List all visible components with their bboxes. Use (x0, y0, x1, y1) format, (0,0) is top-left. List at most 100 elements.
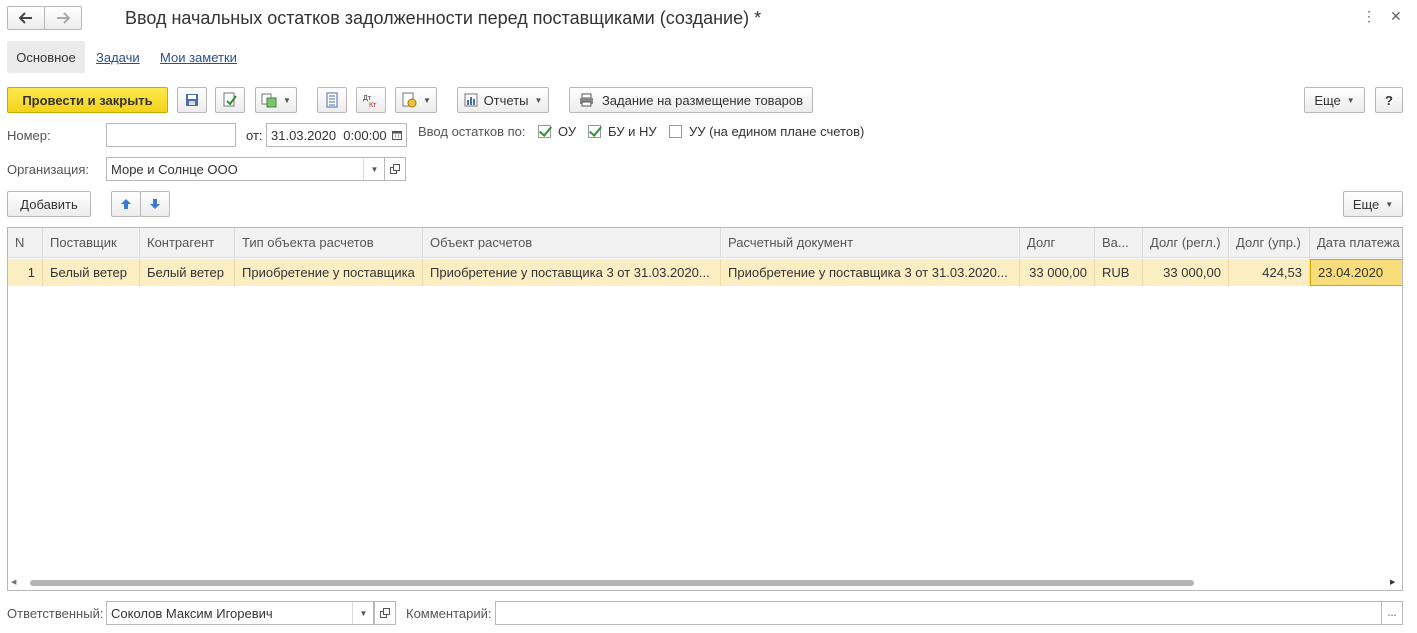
column-header-object[interactable]: Объект расчетов (423, 228, 721, 258)
checkbox-uu[interactable] (669, 125, 682, 138)
comment-field[interactable] (495, 601, 1382, 625)
column-header-debt-reg[interactable]: Долг (регл.) (1143, 228, 1229, 258)
reports-icon (464, 93, 478, 107)
responsible-value: Соколов Максим Игоревич (111, 605, 273, 621)
document-structure-icon (326, 92, 338, 108)
table-more-button[interactable]: Еще ▼ (1343, 191, 1403, 217)
dt-kt-icon: ДтКт (363, 95, 377, 108)
more-menu-icon[interactable]: ⋮ (1362, 8, 1376, 24)
table-more-label: Еще (1352, 196, 1380, 212)
arrow-left-icon (19, 12, 32, 24)
comment-label: Комментарий: (406, 606, 492, 621)
back-button[interactable] (7, 6, 45, 30)
chevron-down-icon: ▼ (283, 95, 291, 105)
add-row-button[interactable]: Добавить (7, 191, 91, 217)
chevron-down-icon: ▼ (1346, 95, 1355, 105)
arrow-up-icon (121, 199, 131, 209)
checkbox-uu-label: УУ (на едином плане счетов) (689, 124, 865, 139)
tab-notes[interactable]: Мои заметки (160, 50, 237, 65)
organization-label: Организация: (7, 162, 90, 177)
opening-balances-table[interactable]: N Поставщик Контрагент Тип объекта расче… (7, 227, 1403, 591)
svg-text:Дт: Дт (363, 95, 372, 102)
column-header-object-type[interactable]: Тип объекта расчетов (235, 228, 423, 258)
chevron-down-icon: ▼ (1385, 199, 1394, 209)
related-documents-icon (402, 92, 417, 108)
arrow-down-icon (150, 199, 160, 209)
help-button[interactable]: ? (1375, 87, 1403, 113)
organization-value: Море и Солнце ООО (111, 161, 238, 177)
create-based-icon (261, 93, 277, 108)
cell-document[interactable]: Приобретение у поставщика 3 от 31.03.202… (721, 259, 1020, 286)
scroll-right-icon[interactable]: ▶ (1390, 578, 1395, 586)
checkbox-bu-nu[interactable] (588, 125, 601, 138)
create-based-on-button[interactable]: ▼ (255, 87, 297, 113)
more-label: Еще (1314, 92, 1341, 108)
number-label: Номер: (7, 128, 51, 143)
cell-object-type[interactable]: Приобретение у поставщика (235, 259, 423, 286)
responsible-open-icon[interactable] (374, 601, 396, 625)
related-docs-button[interactable]: ▼ (395, 87, 437, 113)
svg-text:Кт: Кт (369, 102, 377, 108)
number-field[interactable] (106, 123, 236, 147)
comment-select-label: ... (1387, 607, 1397, 619)
calendar-icon[interactable] (388, 124, 406, 146)
horizontal-scrollbar-thumb[interactable] (30, 580, 1194, 586)
save-button[interactable] (177, 87, 207, 113)
column-header-debt-mgmt[interactable]: Долг (упр.) (1229, 228, 1310, 258)
tab-tasks[interactable]: Задачи (96, 50, 140, 65)
date-label: от: (246, 128, 263, 143)
cell-n[interactable]: 1 (8, 259, 43, 286)
checkbox-ou[interactable] (538, 125, 551, 138)
column-header-n[interactable]: N (8, 228, 43, 258)
add-row-label: Добавить (20, 196, 78, 212)
structure-button[interactable] (317, 87, 347, 113)
column-header-counterparty[interactable]: Контрагент (140, 228, 235, 258)
organization-open-icon[interactable] (384, 157, 406, 181)
post-button[interactable] (215, 87, 245, 113)
date-field[interactable]: 31.03.2020 0:00:00 (266, 123, 407, 147)
save-icon (186, 94, 198, 106)
column-header-pay-date[interactable]: Дата платежа (1310, 228, 1402, 258)
checkbox-ou-label: ОУ (558, 124, 577, 139)
responsible-field[interactable]: Соколов Максим Игоревич (106, 601, 374, 625)
forward-button[interactable] (44, 6, 82, 30)
cell-counterparty[interactable]: Белый ветер (140, 259, 235, 286)
cell-supplier[interactable]: Белый ветер (43, 259, 140, 286)
move-up-button[interactable] (111, 191, 141, 217)
close-icon[interactable]: ✕ (1390, 8, 1402, 25)
print-task-button[interactable]: Задание на размещение товаров (569, 87, 813, 113)
post-and-close-button[interactable]: Провести и закрыть (7, 87, 168, 113)
cell-currency[interactable]: RUB (1095, 259, 1143, 286)
dt-kt-button[interactable]: Дт Кт (356, 87, 386, 113)
post-and-close-label: Провести и закрыть (22, 92, 153, 108)
help-label: ? (1385, 92, 1393, 108)
comment-select-button[interactable]: ... (1381, 601, 1403, 625)
cell-debt-reg[interactable]: 33 000,00 (1143, 259, 1229, 286)
column-header-currency[interactable]: Ва... (1095, 228, 1143, 258)
cell-pay-date[interactable]: 23.04.2020 (1310, 259, 1402, 286)
more-button[interactable]: Еще ▼ (1304, 87, 1365, 113)
cell-object[interactable]: Приобретение у поставщика 3 от 31.03.202… (423, 259, 721, 286)
print-task-label: Задание на размещение товаров (601, 92, 804, 108)
tab-main[interactable]: Основное (7, 41, 85, 73)
chevron-down-icon: ▼ (423, 95, 431, 105)
checkbox-bu-nu-label: БУ и НУ (608, 124, 657, 139)
date-value: 31.03.2020 0:00:00 (271, 127, 387, 143)
chevron-down-icon: ▼ (534, 95, 543, 105)
organization-dropdown-icon[interactable]: ▼ (363, 158, 385, 180)
scroll-left-icon[interactable]: ◀ (11, 578, 16, 586)
column-header-supplier[interactable]: Поставщик (43, 228, 140, 258)
page-title: Ввод начальных остатков задолженности пе… (125, 8, 762, 28)
tab-main-label: Основное (16, 49, 76, 65)
cell-debt[interactable]: 33 000,00 (1020, 259, 1095, 286)
organization-field[interactable]: Море и Солнце ООО (106, 157, 385, 181)
arrow-right-icon (57, 12, 70, 24)
post-document-icon (223, 92, 237, 107)
move-down-button[interactable] (140, 191, 170, 217)
responsible-dropdown-icon[interactable]: ▼ (352, 602, 374, 624)
reports-label: Отчеты (483, 92, 529, 108)
column-header-debt[interactable]: Долг (1020, 228, 1095, 258)
column-header-document[interactable]: Расчетный документ (721, 228, 1020, 258)
reports-button[interactable]: Отчеты ▼ (457, 87, 549, 113)
cell-debt-mgmt[interactable]: 424,53 (1229, 259, 1310, 286)
